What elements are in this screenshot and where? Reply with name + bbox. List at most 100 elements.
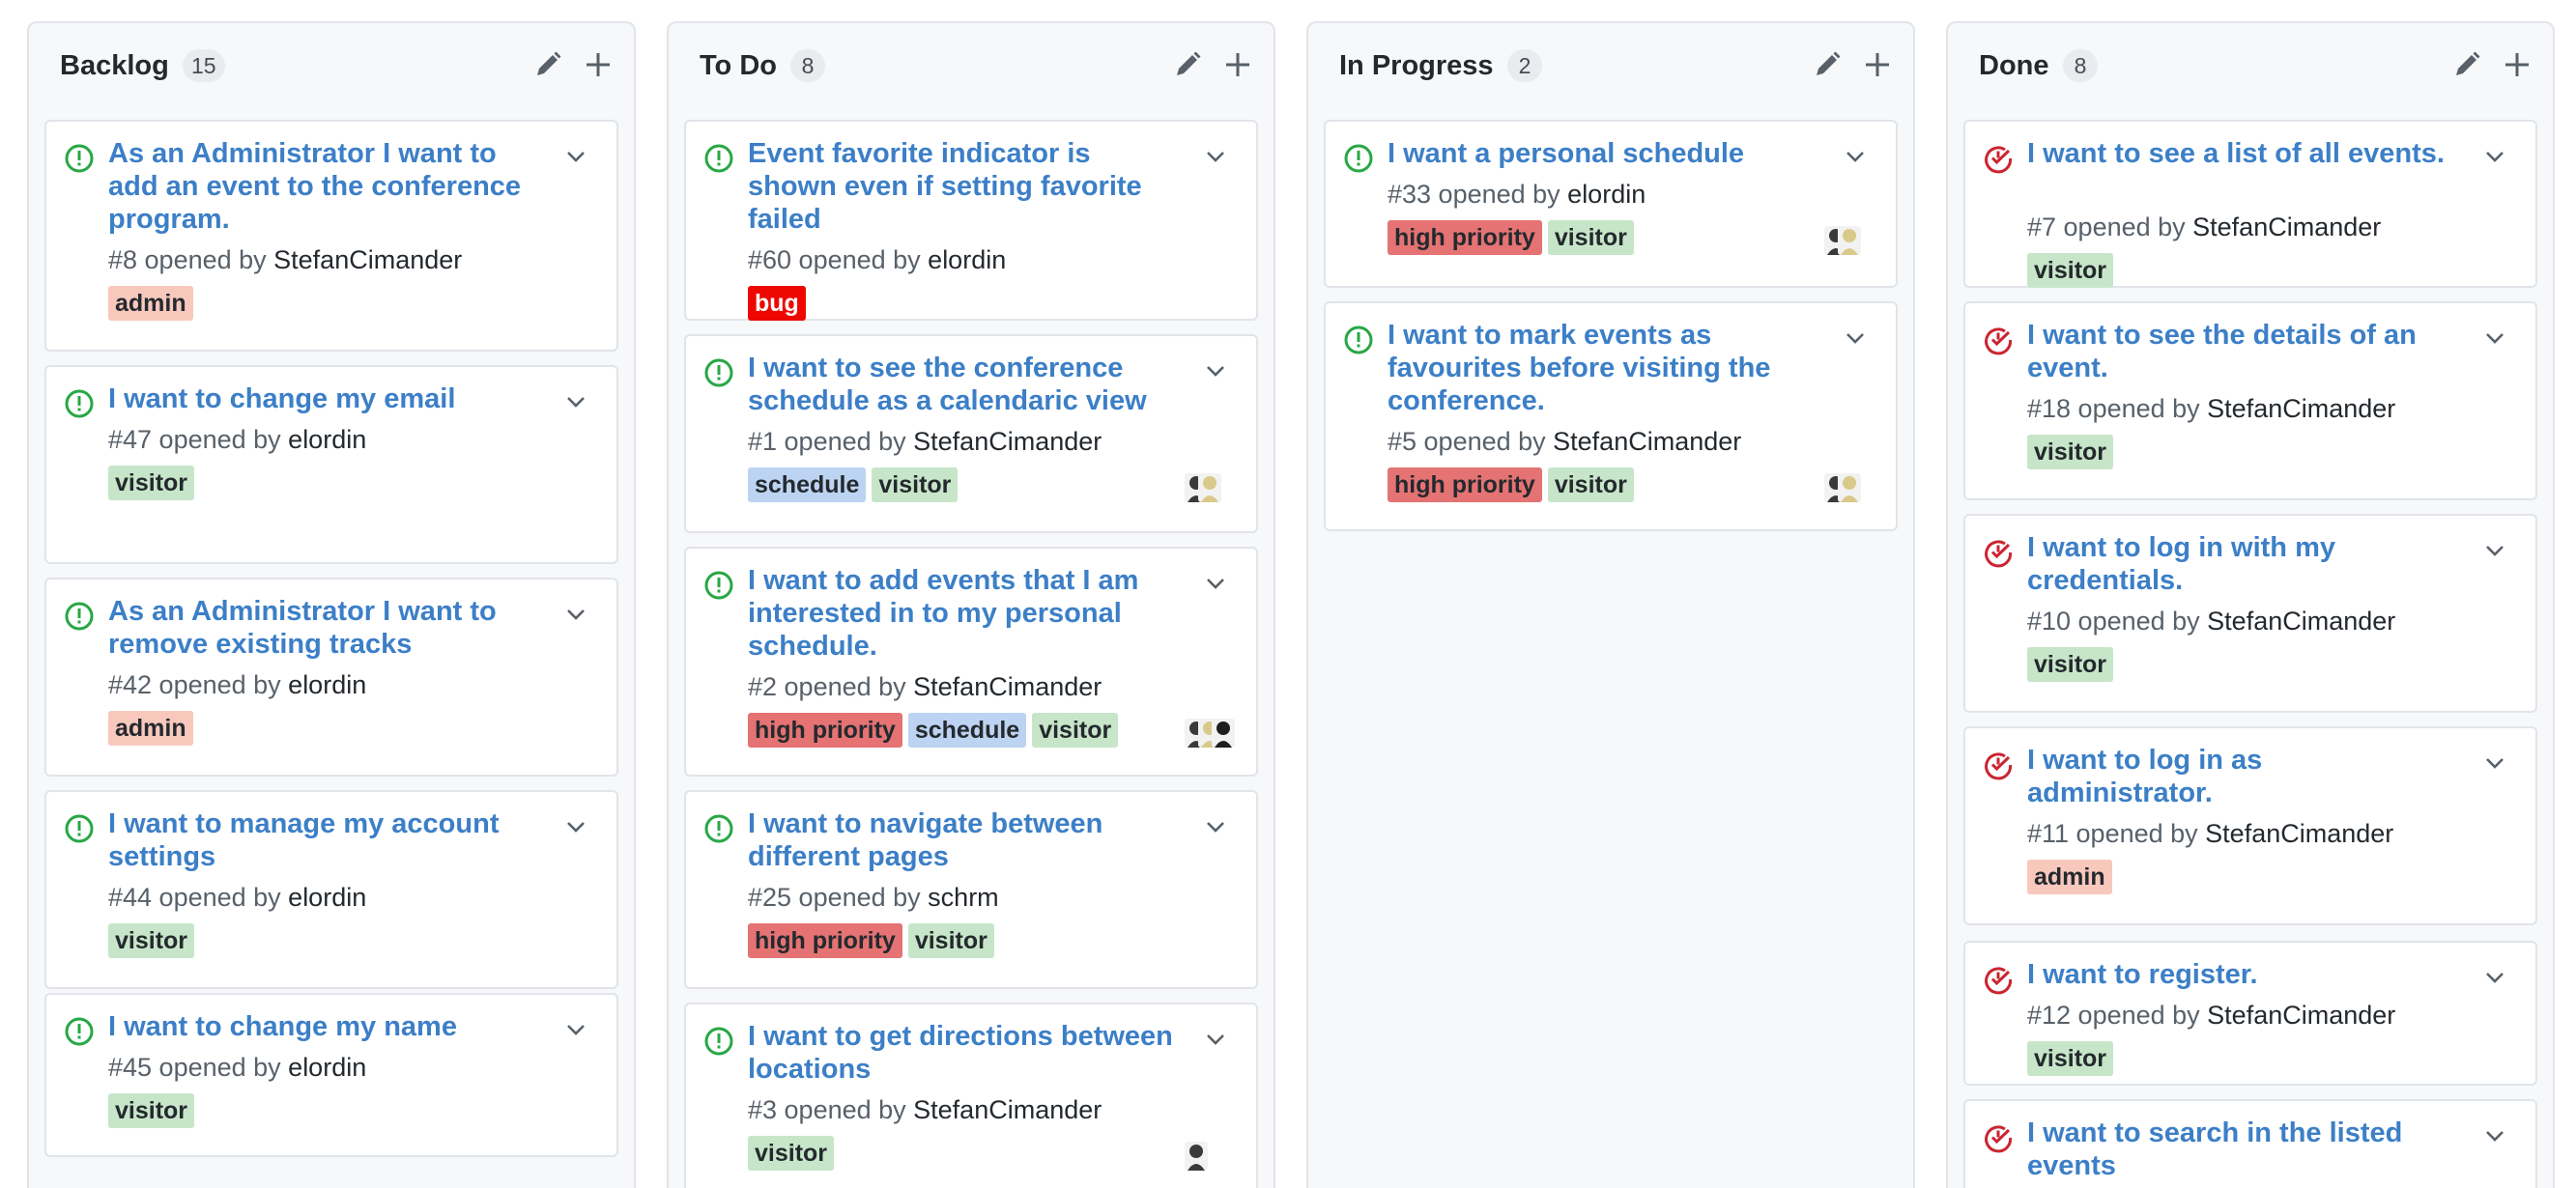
issue-card[interactable]: I want to search in the listed events: [1963, 1099, 2537, 1188]
issue-title-link[interactable]: I want to mark events as favourites befo…: [1388, 319, 1813, 417]
issue-author[interactable]: elordin: [1567, 180, 1646, 209]
issue-card[interactable]: I want to add events that I am intereste…: [684, 547, 1258, 777]
issue-title-link[interactable]: I want to see the details of an event.: [2027, 319, 2452, 384]
chevron-down-icon[interactable]: [562, 388, 589, 415]
issue-title-link[interactable]: I want to navigate between different pag…: [748, 807, 1173, 873]
issue-card[interactable]: As an Administrator I want to add an eve…: [44, 120, 618, 352]
issue-title-link[interactable]: I want to change my email: [108, 382, 533, 415]
chevron-down-icon[interactable]: [1842, 325, 1869, 352]
issue-card[interactable]: I want to log in with my credentials. #10…: [1963, 514, 2537, 713]
plus-icon[interactable]: [1861, 48, 1894, 81]
plus-icon[interactable]: [2501, 48, 2533, 81]
issue-author[interactable]: elordin: [288, 670, 366, 699]
chevron-down-icon[interactable]: [1202, 813, 1229, 840]
issue-card[interactable]: I want to see a list of all events. #7 op…: [1963, 120, 2537, 288]
label-visitor[interactable]: visitor: [108, 923, 195, 958]
assignee-avatars[interactable]: [1181, 1134, 1235, 1173]
issue-author[interactable]: elordin: [928, 245, 1006, 274]
label-visitor[interactable]: visitor: [2027, 253, 2114, 288]
chevron-down-icon[interactable]: [1202, 143, 1229, 170]
issue-author[interactable]: StefanCimander: [913, 1095, 1102, 1124]
chevron-down-icon[interactable]: [562, 1016, 589, 1043]
issue-title-link[interactable]: I want to see the conference schedule as…: [748, 352, 1173, 417]
chevron-down-icon[interactable]: [562, 813, 589, 840]
issue-title-link[interactable]: I want to get directions between locatio…: [748, 1020, 1173, 1086]
label-visitor[interactable]: visitor: [872, 467, 959, 502]
issue-title-link[interactable]: I want to change my name: [108, 1010, 533, 1043]
label-visitor[interactable]: visitor: [1032, 713, 1119, 748]
issue-card[interactable]: I want to mark events as favourites befo…: [1324, 301, 1898, 531]
label-visitor[interactable]: visitor: [2027, 435, 2114, 469]
issue-author[interactable]: StefanCimander: [913, 672, 1102, 701]
issue-title-link[interactable]: I want to see a list of all events.: [2027, 137, 2452, 170]
issue-title-link[interactable]: I want to log in as administrator.: [2027, 744, 2452, 809]
issue-card[interactable]: I want to change my email #47 opened by e…: [44, 365, 618, 564]
issue-card[interactable]: I want to see the conference schedule as…: [684, 334, 1258, 533]
issue-title-link[interactable]: As an Administrator I want to remove exi…: [108, 595, 533, 661]
label-visitor[interactable]: visitor: [2027, 1041, 2114, 1076]
issue-author[interactable]: StefanCimander: [913, 427, 1102, 456]
issue-title-link[interactable]: I want to search in the listed events: [2027, 1117, 2452, 1182]
chevron-down-icon[interactable]: [562, 143, 589, 170]
issue-title-link[interactable]: I want a personal schedule: [1388, 137, 1813, 170]
issue-title-link[interactable]: I want to register.: [2027, 958, 2452, 991]
label-schedule[interactable]: schedule: [748, 467, 867, 502]
label-high-priority[interactable]: high priority: [1388, 220, 1542, 255]
plus-icon[interactable]: [1221, 48, 1254, 81]
issue-author[interactable]: StefanCimander: [2207, 394, 2395, 423]
label-visitor[interactable]: visitor: [108, 466, 195, 500]
label-schedule[interactable]: schedule: [907, 713, 1027, 748]
issue-card[interactable]: I want to log in as administrator. #11 op…: [1963, 726, 2537, 925]
issue-author[interactable]: StefanCimander: [273, 245, 462, 274]
chevron-down-icon[interactable]: [562, 601, 589, 628]
assignee-avatars[interactable]: [1820, 466, 1875, 504]
plus-icon[interactable]: [582, 48, 615, 81]
issue-card[interactable]: I want to see the details of an event. #1…: [1963, 301, 2537, 500]
issue-card[interactable]: As an Administrator I want to remove exi…: [44, 578, 618, 777]
issue-card[interactable]: I want to register. #12 opened by StefanC…: [1963, 941, 2537, 1086]
issue-author[interactable]: StefanCimander: [2207, 607, 2395, 636]
assignee-avatars[interactable]: [1181, 466, 1235, 504]
label-admin[interactable]: admin: [108, 286, 193, 321]
issue-author[interactable]: elordin: [288, 883, 366, 912]
issue-author[interactable]: elordin: [288, 425, 366, 454]
label-visitor[interactable]: visitor: [2027, 647, 2114, 682]
issue-card[interactable]: I want to navigate between different pag…: [684, 790, 1258, 989]
pencil-icon[interactable]: [2450, 48, 2483, 81]
label-visitor[interactable]: visitor: [108, 1093, 195, 1128]
label-visitor[interactable]: visitor: [907, 923, 994, 958]
label-high-priority[interactable]: high priority: [748, 713, 902, 748]
chevron-down-icon[interactable]: [1202, 357, 1229, 384]
chevron-down-icon[interactable]: [2481, 143, 2508, 170]
issue-title-link[interactable]: As an Administrator I want to add an eve…: [108, 137, 533, 236]
chevron-down-icon[interactable]: [2481, 964, 2508, 991]
issue-title-link[interactable]: Event favorite indicator is shown even i…: [748, 137, 1173, 236]
label-visitor[interactable]: visitor: [748, 1136, 835, 1171]
issue-title-link[interactable]: I want to add events that I am intereste…: [748, 564, 1173, 663]
chevron-down-icon[interactable]: [1202, 570, 1229, 597]
label-admin[interactable]: admin: [108, 711, 193, 746]
issue-author[interactable]: StefanCimander: [2207, 1001, 2395, 1030]
label-bug[interactable]: bug: [748, 286, 806, 321]
issue-card[interactable]: I want to get directions between locatio…: [684, 1003, 1258, 1188]
chevron-down-icon[interactable]: [2481, 537, 2508, 564]
chevron-down-icon[interactable]: [1842, 143, 1869, 170]
issue-author[interactable]: StefanCimander: [1553, 427, 1741, 456]
issue-author[interactable]: StefanCimander: [2205, 819, 2393, 848]
label-visitor[interactable]: visitor: [1547, 220, 1634, 255]
assignee-avatars[interactable]: [1820, 218, 1875, 257]
chevron-down-icon[interactable]: [1202, 1026, 1229, 1053]
assignee-avatars[interactable]: [1181, 711, 1235, 750]
issue-title-link[interactable]: I want to log in with my credentials.: [2027, 531, 2452, 597]
label-high-priority[interactable]: high priority: [1388, 467, 1542, 502]
issue-title-link[interactable]: I want to manage my account settings: [108, 807, 533, 873]
issue-author[interactable]: schrm: [928, 883, 999, 912]
chevron-down-icon[interactable]: [2481, 750, 2508, 777]
label-high-priority[interactable]: high priority: [748, 923, 902, 958]
pencil-icon[interactable]: [531, 48, 564, 81]
issue-card[interactable]: I want to manage my account settings #44 …: [44, 790, 618, 989]
issue-card[interactable]: Event favorite indicator is shown even i…: [684, 120, 1258, 321]
issue-card[interactable]: I want to change my name #45 opened by el…: [44, 993, 618, 1157]
chevron-down-icon[interactable]: [2481, 1122, 2508, 1149]
issue-author[interactable]: elordin: [288, 1053, 366, 1082]
